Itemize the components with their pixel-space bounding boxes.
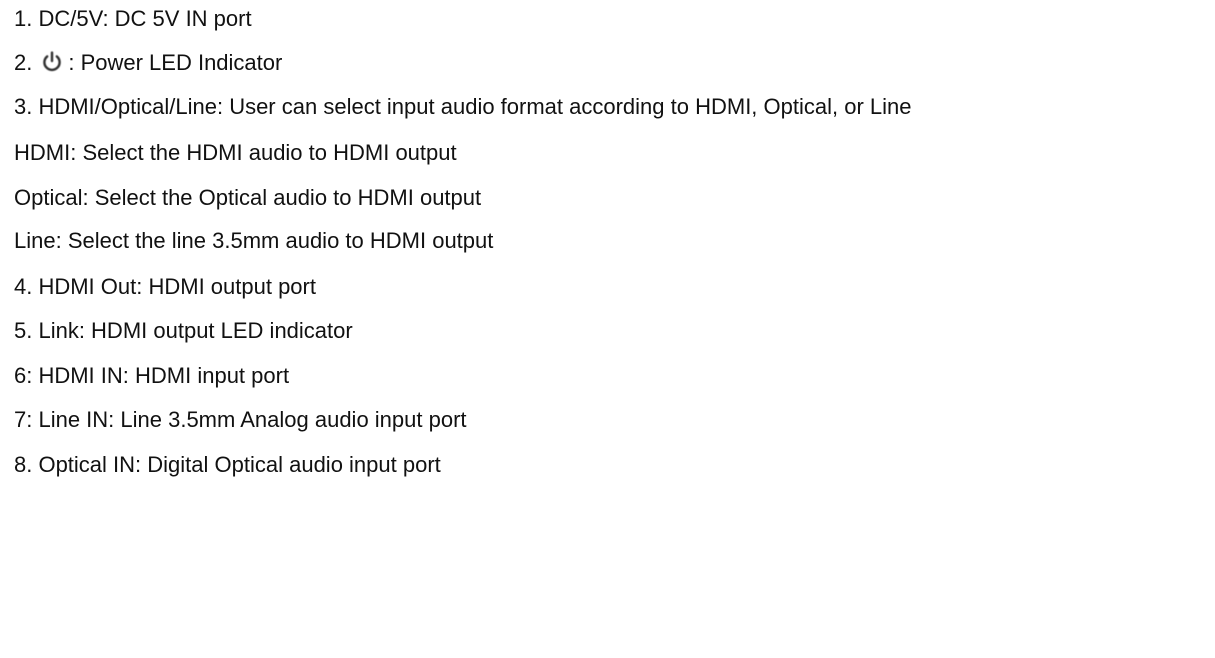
item-hdmi-option: HDMI: Select the HDMI audio to HDMI outp… [14, 140, 457, 165]
item-hdmi-in: 6: HDMI IN: HDMI input port [14, 363, 290, 388]
item-power-led-label: : Power LED Indicator [68, 50, 283, 75]
item-input-select: 3. HDMI/Optical/Line: User can select in… [14, 94, 912, 119]
item-line-option: Line: Select the line 3.5mm audio to HDM… [14, 228, 494, 253]
item-optical-option: Optical: Select the Optical audio to HDM… [14, 185, 482, 210]
item-hdmi-out: 4. HDMI Out: HDMI output port [14, 274, 316, 299]
item-optical-in: 8. Optical IN: Digital Optical audio inp… [14, 452, 441, 477]
power-icon [40, 50, 64, 74]
item-power-led-number: 2. [14, 50, 33, 75]
item-power-led: 2. : Power LED Indicator [14, 48, 282, 78]
item-dc-5v: 1. DC/5V: DC 5V IN port [14, 6, 252, 31]
item-line-in: 7: Line IN: Line 3.5mm Analog audio inpu… [14, 407, 467, 432]
item-link-led: 5. Link: HDMI output LED indicator [14, 318, 353, 343]
